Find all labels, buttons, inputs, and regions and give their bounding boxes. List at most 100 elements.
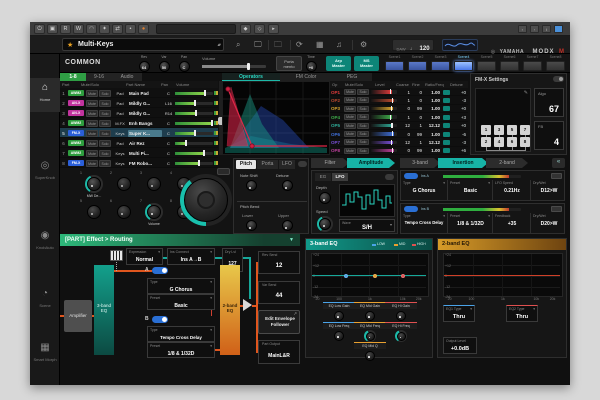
preset-name-box[interactable] [156,24,236,34]
operator-level-slider[interactable] [371,115,397,119]
daw-button-0[interactable]: ⏻ [34,24,45,34]
ins-field-preset[interactable]: Preset▾1/8 & 1/32D [447,213,492,234]
ins-edit-button[interactable] [551,173,562,179]
operator-mute-button[interactable]: Mute [344,139,356,145]
operator-row-op4[interactable]: OP4MuteSolo101.00+3 [330,113,468,121]
part-volume-slider[interactable] [175,122,213,125]
favorite-star-icon[interactable]: ★ [67,41,73,49]
eqmidgain-knob[interactable] [365,311,375,321]
operator-fine[interactable]: 1 [411,140,422,145]
fmx-toggle-button[interactable] [553,76,564,82]
performance-name-box[interactable]: ★ Multi-Keys ▴▾ [62,38,224,51]
part-row-2[interactable]: 2AN-XMuteSoloPadMildly G...L16 [60,98,218,108]
operator-coarse[interactable]: 12 [399,123,410,128]
operator-fine[interactable]: 0 [411,98,422,103]
operator-solo-button[interactable]: Solo [357,89,369,95]
operator-level-slider[interactable] [371,99,397,103]
operator-mute-button[interactable]: Mute [344,131,356,137]
part-mute-button[interactable]: Mute [86,90,98,97]
operator-detune[interactable]: -3 [451,98,466,103]
part-name[interactable]: Super K... [128,130,162,137]
spinner-icon[interactable]: ▴▾ [217,42,220,48]
tab-amplitude[interactable]: Amplitude [347,158,395,168]
operator-ratio[interactable]: 1.00 [423,115,440,120]
operator-ratio[interactable]: 1.00 [423,148,440,153]
operator-level-slider[interactable] [371,90,397,94]
operator-coarse[interactable]: 12 [399,140,410,145]
part-volume-handle[interactable] [198,160,200,166]
tab-2band[interactable]: 2-band [486,158,528,168]
operator-solo-button[interactable]: Solo [357,114,369,120]
bend-lower-knob[interactable] [246,220,257,231]
var-send-box[interactable]: Var Send 44 [258,281,300,304]
part-name[interactable]: Mildly G... [128,110,162,117]
display-icon[interactable]: 🖵 [254,40,262,50]
operator-fine[interactable]: 0 [411,115,422,120]
ins-field-type[interactable]: Type▾G Chorus [401,180,447,201]
eqlowgain-knob[interactable] [334,311,344,321]
sidebar-item-home[interactable]: ⌂Home [30,78,60,112]
operator-level-handle[interactable] [391,106,393,111]
assignable-knob-5[interactable] [87,205,101,219]
operator-coarse[interactable]: 1 [399,90,410,95]
daw-button-6[interactable]: ⇄ [112,24,123,34]
tab-parts-1-8[interactable]: 1-8 [60,73,86,81]
common-knob-rev[interactable]: 64 [139,61,150,72]
operator-coarse[interactable]: 0 [399,106,410,111]
pitch-toggle-button[interactable] [298,161,307,167]
operator-mute-button[interactable]: Mute [344,148,356,154]
operator-solo-button[interactable]: Solo [357,123,369,129]
operator-row-op1[interactable]: OP1MuteSolo101.00+0 [330,88,468,96]
common-knob-time[interactable]: +0 [306,61,317,72]
operator-detune[interactable]: +0 [451,106,466,111]
ins-field-preset[interactable]: Preset▾Basic [447,180,492,201]
part-output-select[interactable]: Part Output MainL&R [258,340,300,364]
operator-coarse[interactable]: 0 [399,132,410,137]
tab-lfo[interactable]: LFO [332,173,348,181]
part-solo-button[interactable]: Solo [99,160,111,167]
operator-level-handle[interactable] [392,131,394,136]
part-name[interactable]: Enh Bangs [128,120,162,127]
amplifier-block[interactable]: Amplifier [64,300,92,332]
expression-select[interactable]: Expression ▾ Normal [126,248,163,265]
eq1-type-select[interactable]: EQ1 Type ▾ Thru [443,305,475,322]
ins-b-type-select[interactable]: Type ▾ Tempo Cross Delay [147,326,215,342]
eq-band-dot-2[interactable] [401,274,405,278]
lfo-wave-select[interactable]: Wave S/H ▾ [339,219,395,232]
tab-fm-color[interactable]: FM Color [280,73,332,81]
bend-upper-knob[interactable] [282,220,293,231]
output-level-box[interactable]: Output Level +0.0dB [443,337,477,354]
part-volume-slider[interactable] [175,102,213,105]
part-volume-handle[interactable] [204,90,206,96]
part-volume-handle[interactable] [195,110,197,116]
operator-ratio[interactable]: 12.12 [423,140,440,145]
part-volume-handle[interactable] [211,120,213,126]
tab-operators[interactable]: Operators [222,73,280,81]
part-volume-handle[interactable] [194,100,196,106]
daw-right-button-2[interactable]: ↕ [542,25,551,33]
operator-detune[interactable]: +3 [451,115,466,120]
eq2-type-select[interactable]: EQ2 Type ▾ Thru [506,305,538,322]
part-mute-button[interactable]: Mute [86,110,98,117]
operator-ratio[interactable]: 1.00 [423,98,440,103]
part-pan[interactable]: C [163,131,174,136]
part-solo-button[interactable]: Solo [99,90,111,97]
operator-detune[interactable]: +0 [451,123,466,128]
operator-level-handle[interactable] [390,115,392,120]
keyboard-icon[interactable]: ▦ [316,40,324,50]
operator-row-op3[interactable]: OP3MuteSolo0991.00+0 [330,105,468,113]
operator-detune[interactable]: -6 [451,132,466,137]
settings-icon[interactable]: ⚙ [360,40,367,50]
operator-fine[interactable]: 99 [411,148,422,153]
part-pan[interactable]: R14 [163,111,174,116]
operator-detune[interactable]: -3 [451,140,466,145]
common-knob-var[interactable]: 50 [159,61,170,72]
note-shift-knob[interactable] [246,180,257,191]
part-name[interactable]: Mildly G... [128,100,162,107]
lfo-speed-knob[interactable] [319,218,331,230]
assignable-knob-3[interactable] [147,177,161,191]
edit-envelope-follower-button[interactable]: Edit Envelope Follower ↗ [258,310,300,334]
notes-icon[interactable]: ♫ [336,40,342,50]
eq2-graph[interactable]: +24+120-12-24 [443,253,563,297]
sidebar-item-knobauto[interactable]: ◉KnobAuto [30,226,60,260]
